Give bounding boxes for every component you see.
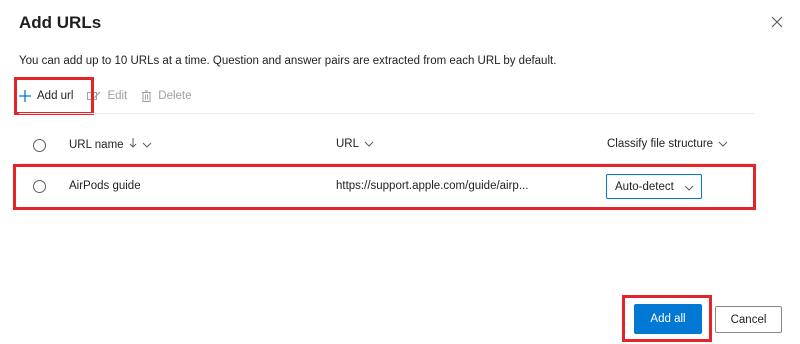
trash-icon bbox=[141, 90, 152, 102]
table-header: URL name URL Classify file structure bbox=[19, 132, 754, 160]
dialog-description: You can add up to 10 URLs at a time. Que… bbox=[19, 55, 557, 67]
edit-label: Edit bbox=[107, 90, 128, 102]
close-icon[interactable] bbox=[767, 12, 787, 32]
chevron-down-icon bbox=[364, 138, 374, 150]
delete-button[interactable]: Delete bbox=[141, 90, 192, 102]
column-url-name-label: URL name bbox=[69, 138, 124, 151]
chevron-down-icon bbox=[718, 138, 728, 150]
delete-label: Delete bbox=[158, 90, 192, 102]
sort-arrow-down-icon bbox=[129, 138, 137, 151]
dialog-title: Add URLs bbox=[19, 13, 102, 32]
cancel-button[interactable]: Cancel bbox=[715, 306, 782, 333]
column-header-classify[interactable]: Classify file structure bbox=[607, 138, 728, 150]
highlight-add-all bbox=[622, 295, 712, 342]
column-header-url[interactable]: URL bbox=[336, 138, 374, 150]
highlight-row bbox=[13, 164, 756, 210]
chevron-down-icon bbox=[142, 139, 152, 151]
highlight-add-url bbox=[14, 77, 94, 115]
column-header-url-name[interactable]: URL name bbox=[69, 138, 152, 151]
column-url-label: URL bbox=[336, 138, 360, 150]
add-urls-dialog: Add URLs You can add up to 10 URLs at a … bbox=[0, 0, 800, 344]
column-classify-label: Classify file structure bbox=[607, 138, 714, 150]
divider bbox=[19, 113, 754, 114]
select-all-radio[interactable] bbox=[33, 139, 46, 152]
